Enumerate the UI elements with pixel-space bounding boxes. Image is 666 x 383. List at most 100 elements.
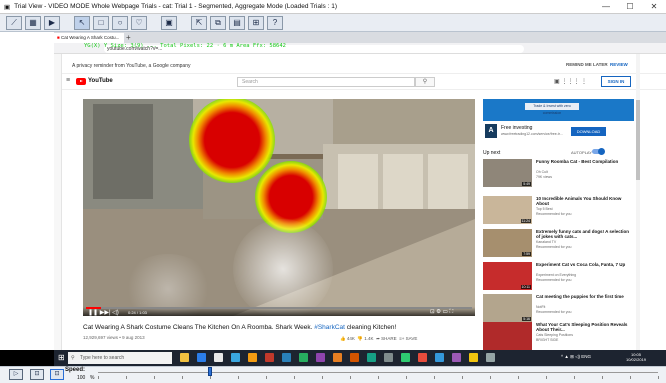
recommendation-thumbnail[interactable]: 11:24 [483, 196, 532, 224]
taskbar-clock[interactable]: 10:05 10/02/2019 [626, 352, 646, 362]
recommendation-title[interactable]: Cat meeting the puppies for the first ti… [536, 294, 632, 299]
image-icon[interactable]: ▦ [25, 15, 41, 30]
progress-bar[interactable] [86, 307, 472, 309]
system-tray[interactable]: ^ ▲ ⊞ ◁) ENG [561, 354, 591, 360]
taskbar-app-icon[interactable] [452, 353, 461, 362]
header-apps-icon[interactable]: ▣ ⋮⋮⋮ ⋮ [554, 78, 587, 85]
recommendation-title[interactable]: Funny Roomba Cat - Best Compilation [536, 159, 632, 164]
copy-icon[interactable]: ⧉ [210, 15, 226, 30]
rectangle-icon[interactable]: □ [93, 15, 109, 30]
autoplay-toggle-knob[interactable] [598, 148, 605, 155]
ad-banner-text[interactable]: Trade & Invest with zero commission [525, 103, 579, 115]
recommendation-thumbnail[interactable]: 5:49 [483, 159, 532, 187]
recommendation-thumbnail[interactable]: 5:16 [483, 294, 532, 322]
speed-tick [294, 376, 295, 379]
new-tab-button[interactable]: + [126, 33, 131, 42]
recommendation-channel: Cats Sleeping Positions [536, 333, 573, 337]
youtube-logo-text[interactable]: YouTube [88, 78, 113, 84]
recommendation-title[interactable]: Extremely funny cats and dogs! A selecti… [536, 229, 632, 239]
page-scrollbar-thumb[interactable] [636, 100, 640, 180]
recommendation-item[interactable]: 7:59 Extremely funny cats and dogs! A sel… [483, 229, 633, 262]
tab-bar [54, 32, 666, 43]
ad-download-button[interactable]: DOWNLOAD [571, 127, 606, 136]
video-icon[interactable]: ▶ [44, 15, 60, 30]
taskbar-app-icon[interactable] [180, 353, 189, 362]
recommendation-channel: Kanaland TV [536, 240, 557, 244]
share-button[interactable]: SHARE [381, 336, 397, 341]
play-icon[interactable]: ▷ [9, 369, 23, 380]
taskbar-app-icon[interactable] [418, 353, 427, 362]
recommendation-title[interactable]: 10 Incredible Animals You Should Know Ab… [536, 196, 632, 206]
taskbar-app-icon[interactable] [435, 353, 444, 362]
save-button[interactable]: SAVE [406, 336, 418, 341]
pointer-icon[interactable]: ↖ [74, 15, 90, 30]
player-settings-icon[interactable]: ⊡ ⚙ ▭ ⛶ [430, 309, 453, 316]
taskbar-app-icon[interactable] [367, 353, 376, 362]
browser-side-pane [54, 54, 62, 350]
speed-slider[interactable] [98, 372, 658, 373]
taskbar-app-icon[interactable] [248, 353, 257, 362]
recommendation-views: 79K views [536, 175, 552, 179]
close-button[interactable]: ✕ [642, 2, 666, 11]
taskbar-app-icon[interactable] [282, 353, 291, 362]
stats-icon[interactable]: ▤ [229, 15, 245, 30]
speed-slider-thumb[interactable] [208, 367, 212, 376]
heatmap-glow [233, 219, 333, 316]
taskbar-app-icon[interactable] [350, 353, 359, 362]
share-icon[interactable]: ➦ [376, 336, 380, 341]
taskbar-app-icon[interactable] [401, 353, 410, 362]
yt-tab-icon: ■ [57, 35, 60, 40]
recommendation-item[interactable]: 11:24 10 Incredible Animals You Should Kn… [483, 196, 633, 229]
grid-icon[interactable]: ▣ [161, 15, 177, 30]
taskbar-app-icon[interactable] [384, 353, 393, 362]
taskbar-app-icon[interactable] [469, 353, 478, 362]
sign-in-button[interactable]: SIGN IN [601, 76, 631, 87]
stop-icon[interactable]: ⊡ [30, 369, 44, 380]
taskbar-app-icon[interactable] [197, 353, 206, 362]
maximize-button[interactable]: ☐ [618, 2, 642, 11]
taskbar-search-input[interactable]: Type here to search [68, 352, 172, 364]
heart-icon[interactable]: ♡ [131, 15, 147, 30]
recommendation-title[interactable]: Experiment Cat vs Coca Cola, Fanta, 7 Up [536, 262, 632, 267]
search-input[interactable]: Search [237, 77, 415, 87]
ellipse-icon[interactable]: ○ [112, 15, 128, 30]
step-icon[interactable]: ⊡ [50, 369, 64, 380]
windows-start-icon[interactable]: ⊞ [58, 353, 65, 362]
taskbar-app-icon[interactable] [299, 353, 308, 362]
ad-url[interactable]: www.freetrading12.com/service/free-tr... [501, 132, 563, 136]
export-icon[interactable]: ⇱ [191, 15, 207, 30]
taskbar-app-icon[interactable] [316, 353, 325, 362]
search-icon[interactable]: ⚲ [415, 77, 435, 87]
taskbar-app-icon[interactable] [231, 353, 240, 362]
taskbar-app-icon[interactable] [333, 353, 342, 362]
dislike-count[interactable]: 1.4K [364, 336, 373, 341]
video-player[interactable] [83, 99, 475, 316]
menu-icon[interactable]: ≡ [66, 77, 70, 84]
taskbar-app-icon[interactable] [486, 353, 495, 362]
dislike-icon[interactable]: 👎 [357, 336, 363, 341]
recommendation-item[interactable]: 5:49 Funny Roomba Cat - Best Compilation O… [483, 159, 633, 192]
help-icon[interactable]: ? [267, 15, 283, 30]
play-pause-icon[interactable]: ❚❚ ▶▶| ◁) [88, 309, 119, 316]
minimize-button[interactable]: — [594, 2, 618, 11]
recommendation-title[interactable]: What Your Cat's Sleeping Position Reveal… [536, 322, 632, 332]
like-count[interactable]: 44K [347, 336, 355, 341]
recommendation-item[interactable]: 10:11 Experiment Cat vs Coca Cola, Fanta,… [483, 262, 633, 295]
recommendation-thumbnail[interactable]: 7:59 [483, 229, 532, 257]
page-scrollbar[interactable] [636, 54, 640, 350]
taskbar-app-icon[interactable] [265, 353, 274, 362]
recommendation-thumbnail[interactable]: 10:11 [483, 262, 532, 290]
recommendation-thumbnail[interactable] [483, 322, 532, 350]
taskbar-app-icon[interactable] [214, 353, 223, 362]
youtube-logo-icon[interactable] [76, 78, 86, 85]
snapshot-icon[interactable]: ⊞ [248, 15, 264, 30]
speed-value[interactable]: 100 [77, 375, 85, 381]
line-chart-icon[interactable]: ⟋ [6, 15, 22, 30]
remind-later-button[interactable]: REMIND ME LATER [566, 62, 608, 67]
browser-tab[interactable]: ■ Cat Wearing A Shark Costu... [54, 33, 124, 43]
like-icon[interactable]: 👍 [340, 336, 346, 341]
review-button[interactable]: REVIEW [610, 62, 628, 67]
ad-title[interactable]: Free investing [501, 125, 532, 131]
save-icon[interactable]: ≡+ [399, 336, 404, 341]
hashtag-link[interactable]: #SharkCat [314, 324, 345, 331]
